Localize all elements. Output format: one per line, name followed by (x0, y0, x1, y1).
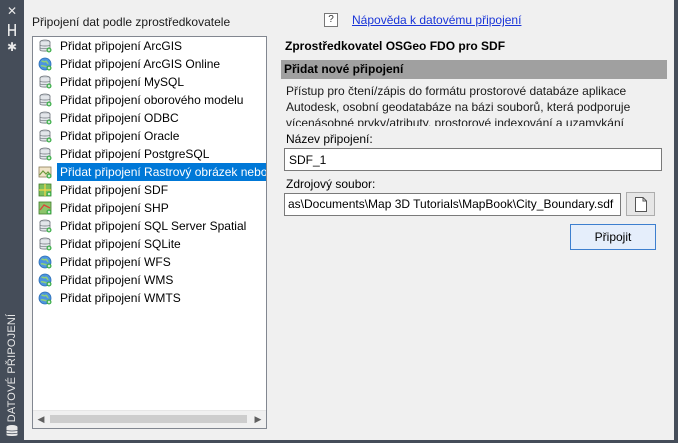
list-item[interactable]: Přidat připojení WMTS (33, 289, 266, 307)
section-header: Přidat nové připojení (281, 60, 667, 79)
shp-icon (38, 201, 52, 215)
database-icon (38, 93, 52, 107)
scroll-left-arrow-icon[interactable]: ◀ (33, 411, 49, 428)
list-item[interactable]: Přidat připojení oborového modelu (33, 91, 266, 109)
providers-title: Připojení dat podle zprostředkovatele (32, 15, 231, 29)
settings-icon[interactable]: ✱ (5, 40, 19, 54)
list-item[interactable]: Přidat připojení WMS (33, 271, 266, 289)
scroll-right-arrow-icon[interactable]: ▶ (250, 411, 266, 428)
file-icon (635, 197, 647, 212)
list-item[interactable]: Přidat připojení SQLite (33, 235, 266, 253)
source-file-label: Zdrojový soubor: (286, 177, 376, 191)
browse-button[interactable] (626, 192, 655, 216)
list-item-label: Přidat připojení SDF (60, 183, 169, 197)
globe-icon (38, 273, 52, 287)
help-icon[interactable]: ? (324, 13, 338, 27)
database-icon (38, 237, 52, 251)
database-icon (5, 424, 19, 438)
list-item-label: Přidat připojení ODBC (60, 111, 179, 125)
section-title: Přidat nové připojení (284, 62, 404, 76)
list-item[interactable]: Přidat připojení WFS (33, 253, 266, 271)
list-item[interactable]: Přidat připojení SDF (33, 181, 266, 199)
list-item[interactable]: Přidat připojení SHP (33, 199, 266, 217)
list-item[interactable]: Přidat připojení MySQL (33, 73, 266, 91)
list-item-label: Přidat připojení SQLite (60, 237, 181, 251)
connect-button[interactable]: Připojit (570, 224, 656, 250)
provider-list-items: Přidat připojení ArcGIS Přidat připojení … (33, 37, 266, 307)
list-item-label: Přidat připojení PostgreSQL (60, 147, 210, 161)
database-icon (38, 219, 52, 233)
list-item-label: Přidat připojení Oracle (60, 129, 180, 143)
globe-icon (38, 291, 52, 305)
list-item-label: Přidat připojení MySQL (60, 75, 185, 89)
help-link[interactable]: Nápověda k datovému připojení (352, 13, 521, 27)
list-item-label: Přidat připojení ArcGIS (60, 39, 183, 53)
list-item-label: Přidat připojení WMTS (60, 291, 181, 305)
raster-icon (38, 165, 52, 179)
source-file-input[interactable]: as\Documents\Map 3D Tutorials\MapBook\Ci… (284, 193, 621, 216)
provider-description: Přístup pro čtení/zápis do formátu prost… (286, 84, 631, 126)
horizontal-scrollbar[interactable]: ◀ ▶ (33, 410, 266, 428)
connection-name-label: Název připojení: (286, 132, 373, 146)
help-area: ? Nápověda k datovému připojení (324, 13, 521, 27)
list-item[interactable]: Přidat připojení SQL Server Spatial (33, 217, 266, 235)
database-icon (38, 75, 52, 89)
connection-name-input[interactable] (284, 148, 662, 171)
database-icon (38, 39, 52, 53)
globe-icon (38, 255, 52, 269)
database-icon (38, 111, 52, 125)
list-item[interactable]: Přidat připojení ArcGIS Online (33, 55, 266, 73)
list-item-label: Přidat připojení SQL Server Spatial (60, 219, 247, 233)
list-item[interactable]: Přidat připojení PostgreSQL (33, 145, 266, 163)
sdf-icon (38, 183, 52, 197)
list-item[interactable]: Přidat připojení ArcGIS (33, 37, 266, 55)
list-item[interactable]: Přidat připojení ODBC (33, 109, 266, 127)
database-icon (38, 129, 52, 143)
scrollbar-thumb[interactable] (50, 415, 247, 423)
palette-titlebar: ✕ ✱ DATOVÉ PŘIPOJENÍ (0, 0, 24, 443)
globe-icon (38, 57, 52, 71)
list-item-label: Přidat připojení ArcGIS Online (60, 57, 221, 71)
list-item-label: Přidat připojení oborového modelu (60, 93, 244, 107)
list-item-label: Přidat připojení WMS (60, 273, 174, 287)
pin-icon[interactable] (5, 23, 19, 37)
palette-title: DATOVÉ PŘIPOJENÍ (6, 313, 18, 422)
close-icon[interactable]: ✕ (5, 4, 19, 18)
database-icon (38, 147, 52, 161)
list-item-label: Přidat připojení SHP (60, 201, 169, 215)
list-item[interactable]: Přidat připojení Oracle (33, 127, 266, 145)
window-border-right (674, 0, 678, 443)
provider-title: Zprostředkovatel OSGeo FDO pro SDF (285, 39, 506, 53)
list-item[interactable]: Přidat připojení Rastrový obrázek nebo p… (33, 163, 266, 181)
list-item-label: Přidat připojení Rastrový obrázek nebo p… (57, 163, 266, 181)
list-item-label: Přidat připojení WFS (60, 255, 171, 269)
provider-list[interactable]: Přidat připojení ArcGIS Přidat připojení … (32, 36, 267, 429)
